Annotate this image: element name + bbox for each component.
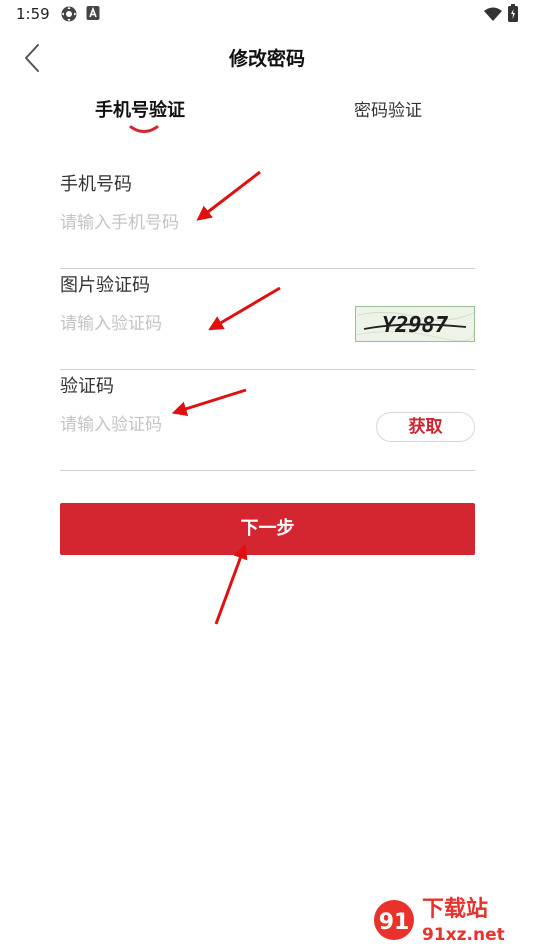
- tab-password-verification[interactable]: 密码验证: [354, 96, 422, 121]
- tabs: 手机号验证 密码验证: [0, 92, 534, 142]
- header: 修改密码: [0, 30, 534, 86]
- watermark-text-bottom: 91xz.net: [422, 925, 505, 945]
- wifi-icon: [484, 6, 502, 25]
- captcha-image[interactable]: Y2987: [355, 306, 475, 342]
- svg-text:91: 91: [379, 910, 410, 935]
- annotation-arrows: [171, 170, 281, 625]
- page-title: 修改密码: [228, 48, 305, 70]
- phone-label: 手机号码: [60, 174, 132, 195]
- sms-code-input[interactable]: [60, 410, 340, 440]
- tab-active-indicator: [129, 125, 159, 133]
- sms-code-label: 验证码: [60, 376, 114, 397]
- tab-phone-verification[interactable]: 手机号验证: [95, 96, 185, 122]
- watermark-logo: 91 下载站 91xz.net: [372, 888, 532, 948]
- settings-icon: [60, 5, 78, 27]
- battery-icon: [508, 4, 518, 26]
- annotation-arrow: [214, 543, 248, 625]
- image-code-field-group: 图片验证码 Y2987: [60, 271, 475, 370]
- status-time: 1:59: [16, 5, 50, 23]
- watermark-text-top: 下载站: [422, 896, 488, 922]
- next-step-button[interactable]: 下一步: [60, 503, 475, 555]
- image-code-label: 图片验证码: [60, 275, 150, 296]
- image-code-input[interactable]: [60, 309, 340, 339]
- font-icon: [86, 5, 100, 25]
- phone-input[interactable]: [60, 208, 340, 238]
- status-bar: 1:59: [0, 0, 534, 30]
- phone-field-group: 手机号码: [60, 170, 475, 269]
- sms-code-field-group: 验证码 获取: [60, 372, 475, 471]
- get-code-button[interactable]: 获取: [376, 412, 475, 442]
